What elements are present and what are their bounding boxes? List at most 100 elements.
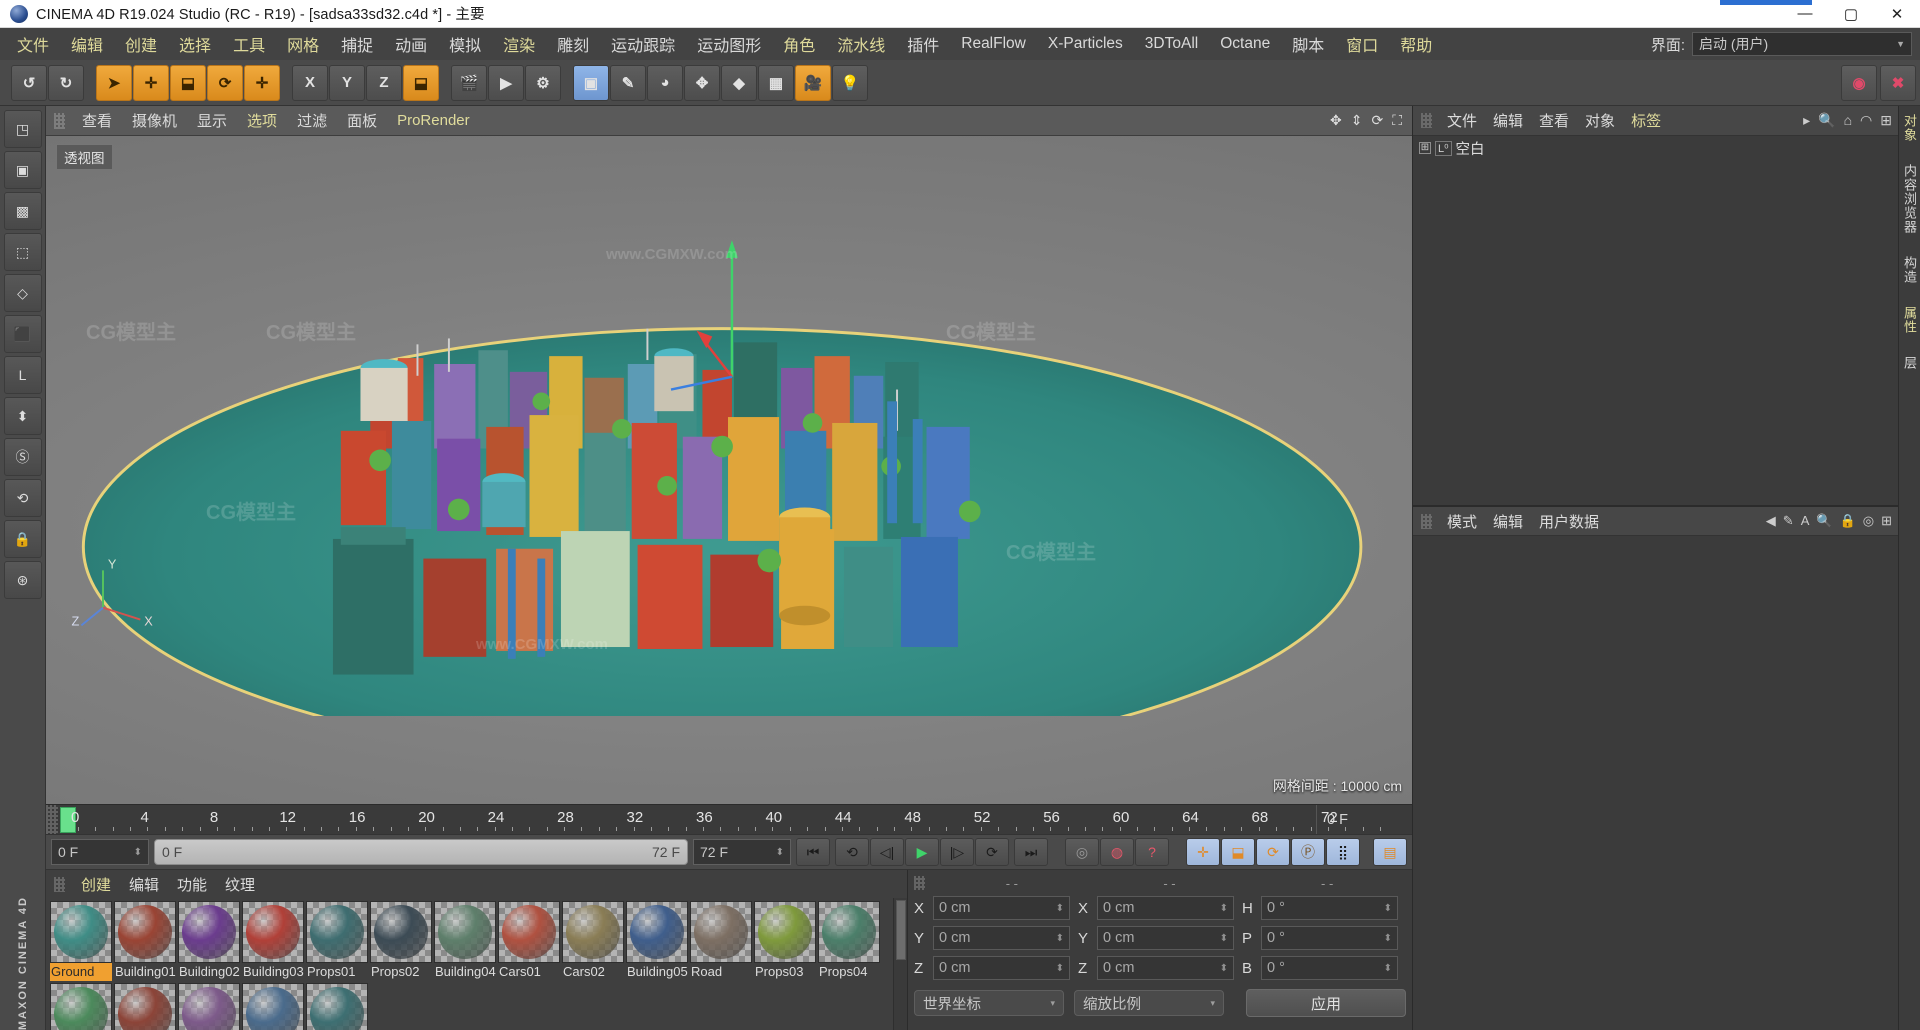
octane-settings-button[interactable]: ✖ <box>1880 64 1916 101</box>
expander-icon[interactable]: ⊞ <box>1419 142 1431 154</box>
live-selection-button[interactable]: ➤ <box>96 64 132 101</box>
material-item[interactable]: Building02 <box>178 901 240 981</box>
rail-tab-layers[interactable]: 层 <box>1900 356 1919 370</box>
rotation-h-input[interactable]: 0 ° ⬍ <box>1261 896 1398 920</box>
position-key-button[interactable]: ✛ <box>1186 838 1220 866</box>
array-button[interactable]: ✥ <box>684 64 720 101</box>
viewport-zoom-icon[interactable]: ⇕ <box>1351 112 1363 129</box>
record-active-objects-button[interactable]: ◍ <box>1100 838 1134 866</box>
material-item[interactable]: Building03 <box>242 901 304 981</box>
material-menu-function[interactable]: 功能 <box>169 872 215 897</box>
viewport-rotate-icon[interactable]: ⟳ <box>1371 112 1383 129</box>
menu-item-mesh[interactable]: 网格 <box>276 29 330 59</box>
play-button[interactable]: ▶ <box>905 838 939 866</box>
polygons-mode-button[interactable]: ⬛ <box>3 315 42 353</box>
material-menu-edit[interactable]: 编辑 <box>121 872 167 897</box>
menu-item-help[interactable]: 帮助 <box>1389 29 1443 59</box>
menu-item-create[interactable]: 创建 <box>114 29 168 59</box>
render-view-button[interactable]: 🎬 <box>451 64 487 101</box>
material-preview[interactable] <box>178 983 240 1030</box>
panel-grip-icon[interactable] <box>54 112 65 129</box>
menu-item-edit[interactable]: 编辑 <box>60 29 114 59</box>
menu-item-3dtoall[interactable]: 3DToAll <box>1134 32 1209 56</box>
workplane-button[interactable]: ⟲ <box>3 479 42 517</box>
material-scrollbar[interactable] <box>893 898 907 1030</box>
viewport-solo-button[interactable]: Ⓢ <box>3 438 42 476</box>
menu-item-window[interactable]: 窗口 <box>1335 29 1389 59</box>
keyframe-selection-button[interactable]: ▤ <box>1373 838 1407 866</box>
window-maximize-button[interactable]: ▢ <box>1828 0 1874 28</box>
viewport-menu-prorender[interactable]: ProRender <box>388 110 479 131</box>
panel-grip-icon[interactable] <box>1421 113 1432 128</box>
material-item[interactable]: Mat16 <box>242 983 304 1030</box>
attribute-manager-body[interactable] <box>1413 536 1898 1030</box>
panel-grip-icon[interactable] <box>54 876 65 892</box>
next-key-button[interactable]: ⟳ <box>975 838 1009 866</box>
back-arrow-icon[interactable]: ◀ <box>1766 513 1776 529</box>
material-preview[interactable] <box>306 901 368 963</box>
scale-key-button[interactable]: ⬓ <box>1221 838 1255 866</box>
material-menu-texture[interactable]: 纹理 <box>217 872 263 897</box>
planar-workplane-button[interactable]: ⊛ <box>3 561 42 599</box>
viewport-pan-icon[interactable]: ✥ <box>1330 112 1342 129</box>
rail-tab-content-browser[interactable]: 内容浏览器 <box>1900 164 1919 234</box>
size-x-input[interactable]: 0 cm ⬍ <box>1097 896 1234 920</box>
end-frame-field[interactable]: 72 F ⬍ <box>693 839 791 865</box>
object-tree-row[interactable]: ⊞ L⁰ 空白 <box>1413 136 1898 160</box>
points-mode-button[interactable]: ⬚ <box>3 233 42 271</box>
chevron-right-icon[interactable]: ▸ <box>1803 112 1810 129</box>
attribute-menu-userdata[interactable]: 用户数据 <box>1532 509 1606 534</box>
material-preview[interactable] <box>626 901 688 963</box>
scale-tool-button[interactable]: ⬓ <box>170 64 206 101</box>
pencil-icon[interactable]: ✎ <box>1783 513 1794 529</box>
viewport-menu-panel[interactable]: 面板 <box>338 108 386 133</box>
octane-render-button[interactable]: ◉ <box>1841 64 1877 101</box>
viewport-menu-filter[interactable]: 过滤 <box>288 108 336 133</box>
viewport-menu-options[interactable]: 选项 <box>238 108 286 133</box>
spline-pen-button[interactable]: ✎ <box>610 64 646 101</box>
axis-tool-button[interactable]: ✛ <box>244 64 280 101</box>
material-preview[interactable] <box>690 901 752 963</box>
position-y-input[interactable]: 0 cm ⬍ <box>933 926 1070 950</box>
object-manager-tree[interactable]: ⊞ L⁰ 空白 <box>1413 136 1898 506</box>
material-item[interactable]: Cars01 <box>498 901 560 981</box>
rail-tab-objects[interactable]: 对象 <box>1900 114 1919 142</box>
redo-button[interactable]: ↻ <box>48 64 84 101</box>
interface-dropdown[interactable]: 启动 (用户) ▼ <box>1692 32 1912 56</box>
material-item[interactable]: Road <box>690 901 752 981</box>
timeline-ruler[interactable]: 0 4 8 12 16 20 24 28 32 36 40 44 48 52 56 60 64 68 72 <box>58 805 1382 834</box>
spinner-icon[interactable]: ⬍ <box>776 847 784 858</box>
step-back-button[interactable]: ◁| <box>870 838 904 866</box>
coordinate-system-dropdown[interactable]: 世界坐标 ▾ <box>914 990 1064 1016</box>
menu-item-simulate[interactable]: 模拟 <box>438 29 492 59</box>
material-menu-create[interactable]: 创建 <box>73 872 119 897</box>
target-icon[interactable]: ◎ <box>1863 513 1874 529</box>
size-z-input[interactable]: 0 cm ⬍ <box>1097 956 1234 980</box>
viewport-menu-view[interactable]: 查看 <box>73 108 121 133</box>
material-preview[interactable] <box>370 901 432 963</box>
material-item[interactable]: Props03 <box>754 901 816 981</box>
material-item[interactable]: Building05 <box>626 901 688 981</box>
render-to-picture-button[interactable]: ▶ <box>488 64 524 101</box>
spinner-icon[interactable]: ⬍ <box>1056 963 1064 974</box>
lock-icon[interactable]: 🔒 <box>1840 513 1856 529</box>
undo-button[interactable]: ↺ <box>11 64 47 101</box>
material-item[interactable]: Mat17 <box>306 983 368 1030</box>
material-preview[interactable] <box>306 983 368 1030</box>
material-preview[interactable] <box>242 901 304 963</box>
object-menu-objects[interactable]: 对象 <box>1578 108 1622 133</box>
lock-y-button[interactable]: Y <box>329 64 365 101</box>
make-editable-button[interactable]: ◳ <box>3 110 42 148</box>
object-menu-edit[interactable]: 编辑 <box>1486 108 1530 133</box>
menu-item-character[interactable]: 角色 <box>772 29 826 59</box>
material-item[interactable]: Mat14 <box>114 983 176 1030</box>
material-preview[interactable] <box>498 901 560 963</box>
size-y-input[interactable]: 0 cm ⬍ <box>1097 926 1234 950</box>
attribute-menu-mode[interactable]: 模式 <box>1440 509 1484 534</box>
model-mode-button[interactable]: ▣ <box>3 151 42 189</box>
menu-item-snap[interactable]: 捕捉 <box>330 29 384 59</box>
apply-button[interactable]: 应用 <box>1246 989 1406 1017</box>
previous-key-button[interactable]: ⟲ <box>835 838 869 866</box>
material-preview[interactable] <box>114 901 176 963</box>
menu-item-plugins[interactable]: 插件 <box>896 29 950 59</box>
